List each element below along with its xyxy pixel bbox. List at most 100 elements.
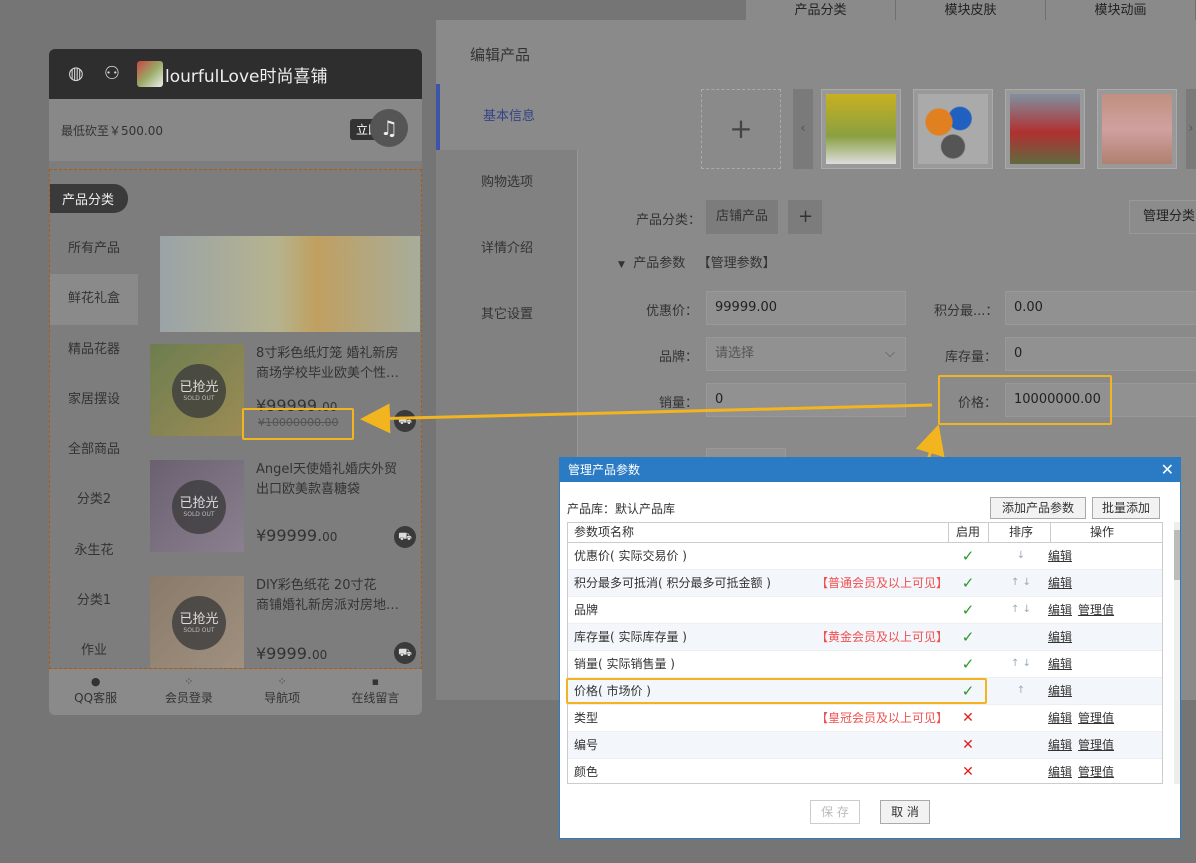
- cart-icon[interactable]: ⛟: [394, 410, 416, 432]
- product-card[interactable]: 已抢光 SOLD OUT DIY彩色纸花 20寸花 商铺婚礼新房派对房地… ¥99…: [150, 576, 420, 676]
- product-thumbnail[interactable]: [913, 89, 993, 169]
- sales-label: 销量：: [659, 396, 699, 411]
- sort-arrows-icon[interactable]: ↓: [993, 543, 1049, 569]
- tab-list: 基本信息 购物选项 详情介绍 其它设置: [436, 84, 578, 348]
- product-thumbnail[interactable]: [1097, 89, 1177, 169]
- music-icon[interactable]: ♫: [370, 109, 408, 147]
- category-item[interactable]: 分类1: [50, 576, 138, 626]
- check-icon[interactable]: ✓: [948, 624, 988, 650]
- user-icon[interactable]: ⚇: [101, 63, 123, 85]
- check-icon[interactable]: ✓: [948, 570, 988, 596]
- cancel-button[interactable]: 取 消: [880, 800, 930, 824]
- globe-icon[interactable]: ◍: [65, 63, 87, 85]
- manage-values-link[interactable]: 管理值: [1078, 603, 1114, 617]
- edit-link[interactable]: 编辑: [1048, 684, 1072, 698]
- check-icon[interactable]: ✓: [948, 597, 988, 623]
- tab-other[interactable]: 其它设置: [436, 282, 578, 348]
- add-image-button[interactable]: +: [701, 89, 781, 169]
- product-thumbnail[interactable]: [821, 89, 901, 169]
- manage-values-link[interactable]: 管理值: [1078, 738, 1114, 752]
- table-row: 销量( 实际销售量 ) ✓ ↑ ↓ 编辑: [568, 651, 1162, 678]
- prev-arrow-icon[interactable]: ‹: [793, 89, 813, 169]
- product-card[interactable]: 已抢光 SOLD OUT Angel天使婚礼婚庆外贸 出口欧美款喜糖袋 ¥9999…: [150, 460, 420, 560]
- manage-params-dialog: 管理产品参数 ✕ 产品库：默认产品库 添加产品参数 批量添加 参数项名称 启用 …: [559, 457, 1181, 839]
- grid-icon: ⁘: [184, 675, 194, 688]
- manage-params-link: 【管理参数】: [697, 256, 776, 271]
- param-note: 【皇冠会员及以上可见】: [816, 711, 949, 725]
- footer-nav[interactable]: ⁘ 导航项: [236, 669, 329, 715]
- category-tag: 产品分类: [50, 184, 129, 213]
- edit-link[interactable]: 编辑: [1048, 738, 1072, 752]
- discount-field[interactable]: 99999.00: [706, 291, 906, 325]
- param-name: 优惠价( 实际交易价 ): [574, 549, 687, 563]
- manage-values-link[interactable]: 管理值: [1078, 765, 1114, 779]
- message-icon: ▪: [371, 675, 380, 688]
- footer-message[interactable]: ▪ 在线留言: [329, 669, 422, 715]
- sales-field[interactable]: 0: [706, 383, 906, 417]
- param-ops: 编辑 管理值: [1048, 759, 1120, 783]
- check-icon[interactable]: ✓: [948, 543, 988, 569]
- add-category-icon[interactable]: +: [788, 200, 822, 234]
- param-ops: 编辑: [1048, 651, 1078, 677]
- category-item[interactable]: 全部商品: [50, 425, 138, 475]
- category-item[interactable]: 分类2: [50, 475, 138, 525]
- dialog-scrollbar[interactable]: [1174, 522, 1180, 784]
- add-param-button[interactable]: 添加产品参数: [990, 497, 1086, 519]
- edit-link[interactable]: 编辑: [1048, 576, 1072, 590]
- panel-title: 编辑产品: [470, 46, 531, 64]
- param-name: 销量( 实际销售量 ): [574, 657, 675, 671]
- highlight-box: [566, 678, 987, 704]
- param-name: 类型: [574, 711, 599, 725]
- check-icon[interactable]: ✓: [948, 651, 988, 677]
- bg-tab: 模块皮肤: [896, 0, 1046, 20]
- cross-icon[interactable]: ✕: [948, 732, 988, 758]
- edit-link[interactable]: 编辑: [1048, 549, 1072, 563]
- sort-arrows-icon[interactable]: ↑ ↓: [993, 651, 1049, 677]
- tab-shopping[interactable]: 购物选项: [436, 150, 578, 216]
- next-arrow-icon[interactable]: ›: [1186, 89, 1196, 169]
- category-item[interactable]: 家居摆设: [50, 375, 138, 425]
- footer-login[interactable]: ⁘ 会员登录: [142, 669, 235, 715]
- category-item[interactable]: 所有产品: [50, 224, 138, 274]
- edit-link[interactable]: 编辑: [1048, 711, 1072, 725]
- cross-icon[interactable]: ✕: [948, 759, 988, 783]
- cart-icon[interactable]: ⛟: [394, 526, 416, 548]
- param-name: 品牌: [574, 603, 599, 617]
- edit-link[interactable]: 编辑: [1048, 765, 1072, 779]
- sold-out-badge: 已抢光 SOLD OUT: [172, 364, 226, 418]
- batch-add-button[interactable]: 批量添加: [1092, 497, 1160, 519]
- manage-category-button[interactable]: 管理分类: [1129, 200, 1196, 234]
- sort-arrows-icon[interactable]: ↑ ↓: [993, 597, 1049, 623]
- cart-icon[interactable]: ⛟: [394, 642, 416, 664]
- product-thumbnail[interactable]: [1005, 89, 1085, 169]
- param-name: 编号: [574, 738, 599, 752]
- edit-link[interactable]: 编辑: [1048, 603, 1072, 617]
- brand-select[interactable]: 请选择 ⌵: [706, 337, 906, 371]
- tab-detail[interactable]: 详情介绍: [436, 216, 578, 282]
- cross-icon[interactable]: ✕: [948, 705, 988, 731]
- sort-arrows-icon[interactable]: ↑: [993, 678, 1049, 704]
- footer-qq[interactable]: ● QQ客服: [49, 669, 142, 715]
- bg-tab: 产品分类: [746, 0, 896, 20]
- product-name: Angel天使婚礼婚庆外贸 出口欧美款喜糖袋: [256, 462, 397, 497]
- category-item[interactable]: 永生花: [50, 526, 138, 576]
- stock-field[interactable]: 0: [1005, 337, 1196, 371]
- product-price: ¥9999.00: [256, 644, 328, 663]
- close-icon[interactable]: ✕: [1161, 458, 1174, 482]
- bg-tab: 模块动画: [1046, 0, 1196, 20]
- category-item[interactable]: 鲜花礼盒: [50, 274, 138, 325]
- category-chip[interactable]: 店铺产品: [706, 200, 779, 234]
- manage-values-link[interactable]: 管理值: [1078, 711, 1114, 725]
- tab-basic[interactable]: 基本信息: [436, 84, 578, 150]
- edit-link[interactable]: 编辑: [1048, 630, 1072, 644]
- save-button[interactable]: 保 存: [810, 800, 860, 824]
- highlight-box: [242, 408, 354, 440]
- params-toggle[interactable]: ▼ 产品参数 【管理参数】: [618, 252, 776, 271]
- edit-link[interactable]: 编辑: [1048, 657, 1072, 671]
- table-row: 颜色 ✕ 编辑 管理值: [568, 759, 1162, 783]
- sold-out-badge: 已抢光 SOLD OUT: [172, 596, 226, 650]
- points-field[interactable]: 0.00: [1005, 291, 1196, 325]
- sort-arrows-icon[interactable]: ↑ ↓: [993, 570, 1049, 596]
- category-item[interactable]: 精品花器: [50, 325, 138, 375]
- product-name: 8寸彩色纸灯笼 婚礼新房 商场学校毕业欧美个性…: [256, 346, 400, 381]
